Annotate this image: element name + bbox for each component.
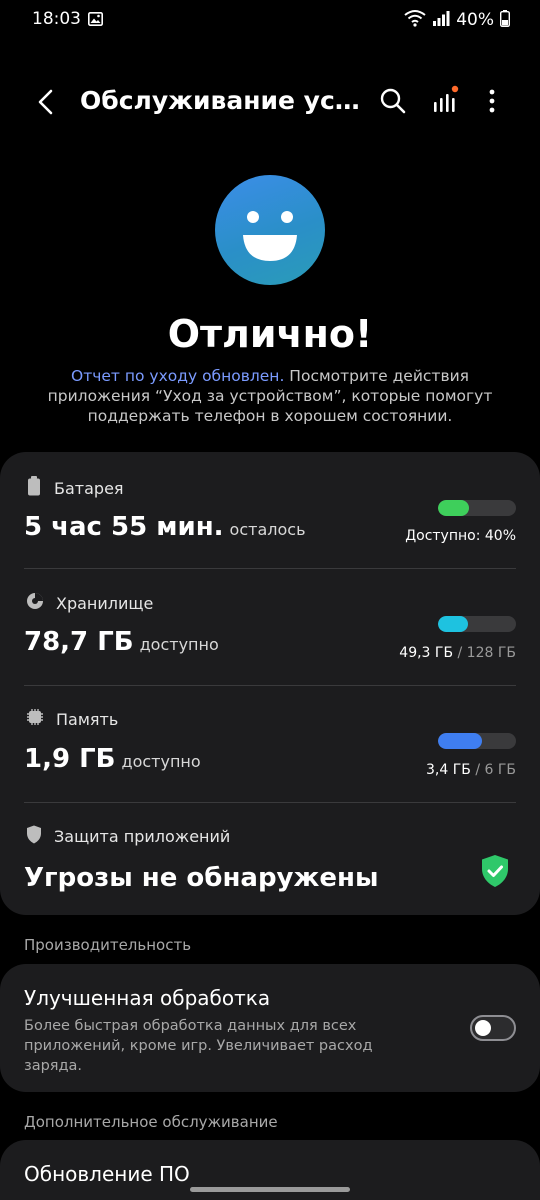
enhanced-processing-toggle[interactable] xyxy=(470,1015,516,1041)
storage-label: Хранилище xyxy=(56,593,154,613)
memory-row[interactable]: Память 1,9 ГБ доступно 3,4 ГБ / 6 ГБ xyxy=(0,686,540,802)
page-title: Обслуживание устр... xyxy=(80,86,360,115)
battery-icon xyxy=(26,476,42,500)
more-vertical-icon[interactable] xyxy=(480,86,504,116)
battery-percent: 40% xyxy=(456,10,494,30)
wifi-icon xyxy=(404,9,426,31)
battery-caption: Доступно: 40% xyxy=(405,528,516,544)
software-update-title: Обновление ПО xyxy=(24,1162,190,1186)
memory-available: 1,9 ГБ xyxy=(24,744,116,774)
memory-suffix: доступно xyxy=(121,752,201,771)
notification-dot xyxy=(451,85,459,93)
memory-level-fill xyxy=(438,733,483,749)
memory-used: 3,4 ГБ xyxy=(426,762,471,778)
battery-icon xyxy=(499,9,511,31)
battery-value: 5 час 55 мин. осталось xyxy=(24,512,306,542)
search-icon[interactable] xyxy=(378,86,408,116)
battery-level-fill xyxy=(438,500,470,516)
device-care-screen: 18:03 40% Обслуживание уст Отлично! Отче… xyxy=(0,0,540,1200)
shield-icon xyxy=(26,825,42,848)
device-status-card: Батарея 5 час 55 мин. осталось Доступно:… xyxy=(0,452,540,915)
status-title: Отлично! xyxy=(167,312,373,356)
care-report-link[interactable]: Отчет по уходу обновлен. xyxy=(71,367,284,385)
enhanced-processing-title: Улучшенная обработка xyxy=(24,986,271,1010)
storage-level-fill xyxy=(438,616,469,632)
storage-header: Хранилище xyxy=(26,592,153,614)
smiley-face-icon xyxy=(215,175,325,285)
enhanced-processing-card[interactable]: Улучшенная обработка Более быстрая обраб… xyxy=(0,964,540,1092)
protection-label: Защита приложений xyxy=(54,827,231,846)
protection-value: Угрозы не обнаружены xyxy=(24,863,379,893)
memory-total: / 6 ГБ xyxy=(475,762,516,778)
storage-caption: 49,3 ГБ / 128 ГБ xyxy=(399,645,516,661)
toggle-knob xyxy=(475,1020,491,1036)
battery-suffix: осталось xyxy=(229,520,306,539)
signal-icon xyxy=(432,10,450,30)
storage-level-bar xyxy=(438,616,516,632)
storage-pie-icon xyxy=(26,592,44,614)
memory-chip-icon xyxy=(26,708,44,730)
storage-suffix: доступно xyxy=(139,635,219,654)
storage-value: 78,7 ГБ доступно xyxy=(24,627,219,657)
battery-available: Доступно: 40% xyxy=(405,528,516,544)
home-indicator[interactable] xyxy=(190,1187,350,1192)
battery-level-bar xyxy=(438,500,516,516)
shield-check-icon xyxy=(480,854,510,888)
storage-row[interactable]: Хранилище 78,7 ГБ доступно 49,3 ГБ / 128… xyxy=(0,569,540,685)
battery-row[interactable]: Батарея 5 час 55 мин. осталось Доступно:… xyxy=(0,452,540,568)
back-arrow-icon[interactable] xyxy=(30,86,62,118)
performance-section-label: Производительность xyxy=(24,936,192,954)
status-indicators: 40% xyxy=(404,9,511,31)
battery-time-remaining: 5 час 55 мин. xyxy=(24,512,224,542)
storage-used: 49,3 ГБ xyxy=(399,645,454,661)
status-time: 18:03 xyxy=(32,9,81,29)
stats-icon[interactable] xyxy=(430,84,460,116)
app-protection-row[interactable]: Защита приложений Угрозы не обнаружены xyxy=(0,803,540,915)
memory-caption: 3,4 ГБ / 6 ГБ xyxy=(426,762,516,778)
memory-label: Память xyxy=(56,709,119,729)
protection-header: Защита приложений xyxy=(26,825,230,848)
app-bar: Обслуживание устр... xyxy=(0,74,540,130)
enhanced-processing-description: Более быстрая обработка данных для всех … xyxy=(24,1018,373,1074)
memory-header: Память xyxy=(26,708,118,730)
memory-level-bar xyxy=(438,733,516,749)
gallery-icon xyxy=(88,11,103,30)
additional-care-section-label: Дополнительное обслуживание xyxy=(24,1113,278,1131)
care-report-description: Отчет по уходу обновлен. Посмотрите дейс… xyxy=(40,366,500,426)
protection-status: Угрозы не обнаружены xyxy=(24,863,379,893)
storage-total: / 128 ГБ xyxy=(457,645,516,661)
battery-label: Батарея xyxy=(54,478,124,498)
status-bar: 18:03 40% xyxy=(0,0,540,38)
battery-header: Батарея xyxy=(26,476,124,500)
memory-value: 1,9 ГБ доступно xyxy=(24,744,201,774)
storage-available: 78,7 ГБ xyxy=(24,627,134,657)
